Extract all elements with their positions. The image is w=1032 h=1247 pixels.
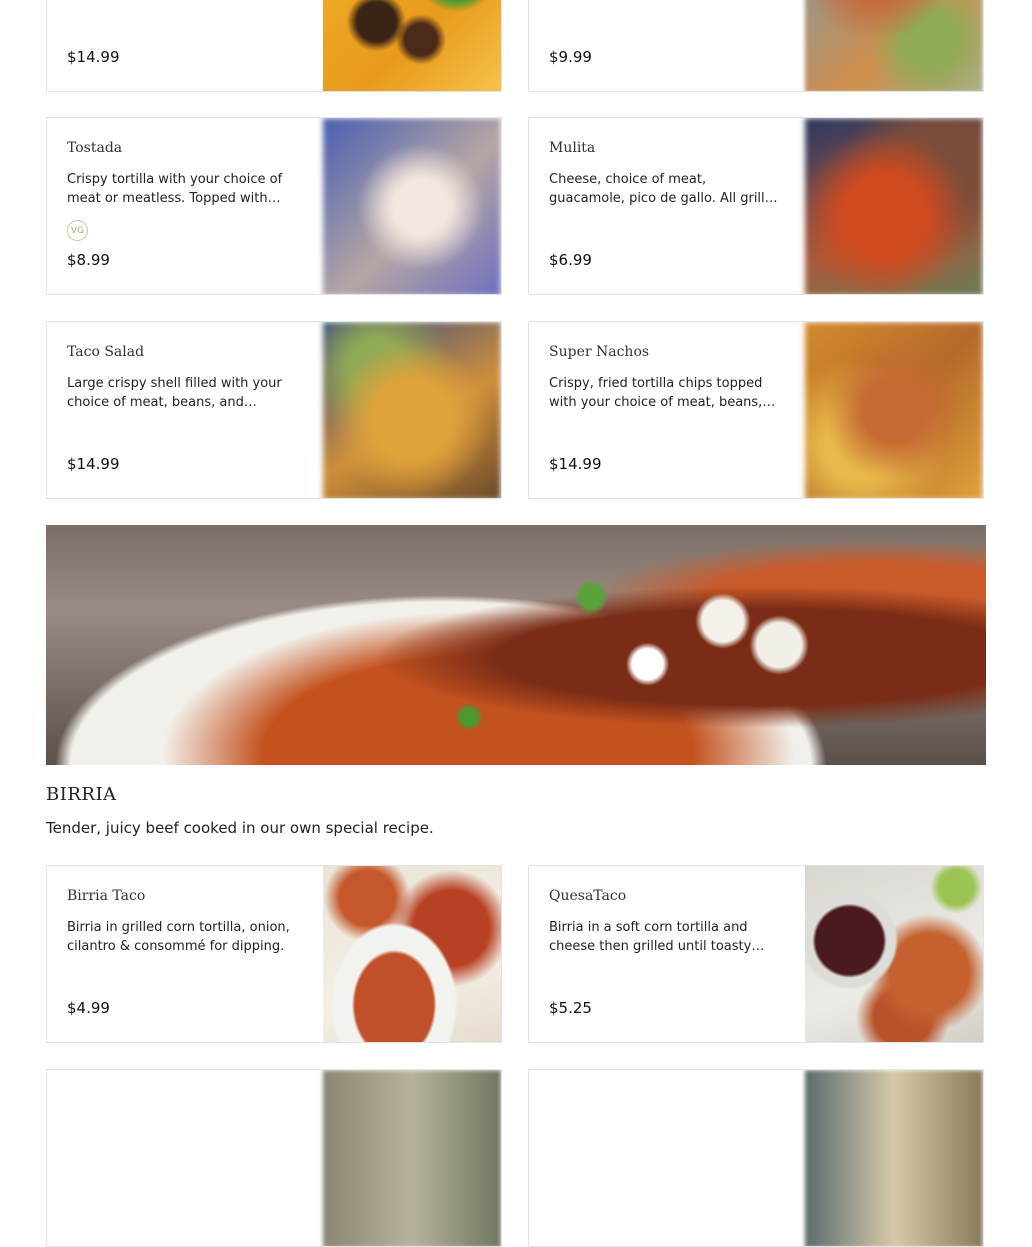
menu-item-description: Birria in grilled corn tortilla, onion, … — [67, 920, 290, 954]
menu-item-price: $8.99 — [67, 251, 110, 269]
menu-item-image — [323, 118, 501, 294]
menu-item-card-super-nachos[interactable]: Super Nachos Crispy, fried tortilla chip… — [528, 321, 984, 499]
menu-item-card-tostada[interactable]: Tostada Crispy tortilla with your choice… — [46, 117, 502, 295]
menu-item-image — [323, 0, 501, 91]
menu-item-card[interactable]: $9.99 — [528, 0, 984, 92]
menu-item-image — [323, 1070, 501, 1246]
menu-item-image — [805, 0, 983, 91]
menu-item-image — [805, 322, 983, 498]
menu-item-image — [323, 322, 501, 498]
menu-item-description: Large crispy shell filled with your choi… — [67, 376, 282, 410]
menu-item-image — [805, 118, 983, 294]
menu-item-price: $6.99 — [549, 251, 592, 269]
section-banner-image — [46, 525, 986, 765]
menu-item-description: Birria in a soft corn tortilla and chees… — [549, 920, 765, 954]
menu-item-name: Taco Salad — [67, 344, 145, 360]
menu-item-price: $14.99 — [549, 455, 602, 473]
menu-item-price: $9.99 — [549, 48, 592, 66]
section-description: Tender, juicy beef cooked in our own spe… — [46, 819, 434, 837]
menu-item-price: $14.99 — [67, 455, 120, 473]
menu-item-description: Crispy tortilla with your choice of meat… — [67, 172, 283, 206]
menu-item-price: $14.99 — [67, 48, 120, 66]
menu-item-name: QuesaTaco — [549, 888, 627, 904]
menu-item-card-mulita[interactable]: Mulita Cheese, choice of meat, guacamole… — [528, 117, 984, 295]
vegetarian-badge-icon: VG — [67, 220, 88, 241]
section-title: BIRRIA — [46, 784, 117, 805]
menu-item-image — [323, 866, 501, 1042]
menu-item-name: Super Nachos — [549, 344, 650, 360]
menu-item-price: $5.25 — [549, 999, 592, 1017]
menu-item-description: Cheese, choice of meat, guacamole, pico … — [549, 172, 781, 206]
menu-item-card-birria-taco[interactable]: Birria Taco Birria in grilled corn torti… — [46, 865, 502, 1043]
menu-item-name: Tostada — [67, 140, 123, 156]
menu-item-name: Birria Taco — [67, 888, 146, 904]
menu-item-description: Crispy, fried tortilla chips topped with… — [549, 376, 776, 410]
menu-item-image — [805, 866, 983, 1042]
menu-item-name: Mulita — [549, 140, 596, 156]
menu-item-card[interactable]: $14.99 — [46, 0, 502, 92]
menu-item-price: $4.99 — [67, 999, 110, 1017]
menu-item-card-quesataco[interactable]: QuesaTaco Birria in a soft corn tortilla… — [528, 865, 984, 1043]
menu-item-image — [805, 1070, 983, 1246]
menu-item-card-taco-salad[interactable]: Taco Salad Large crispy shell filled wit… — [46, 321, 502, 499]
